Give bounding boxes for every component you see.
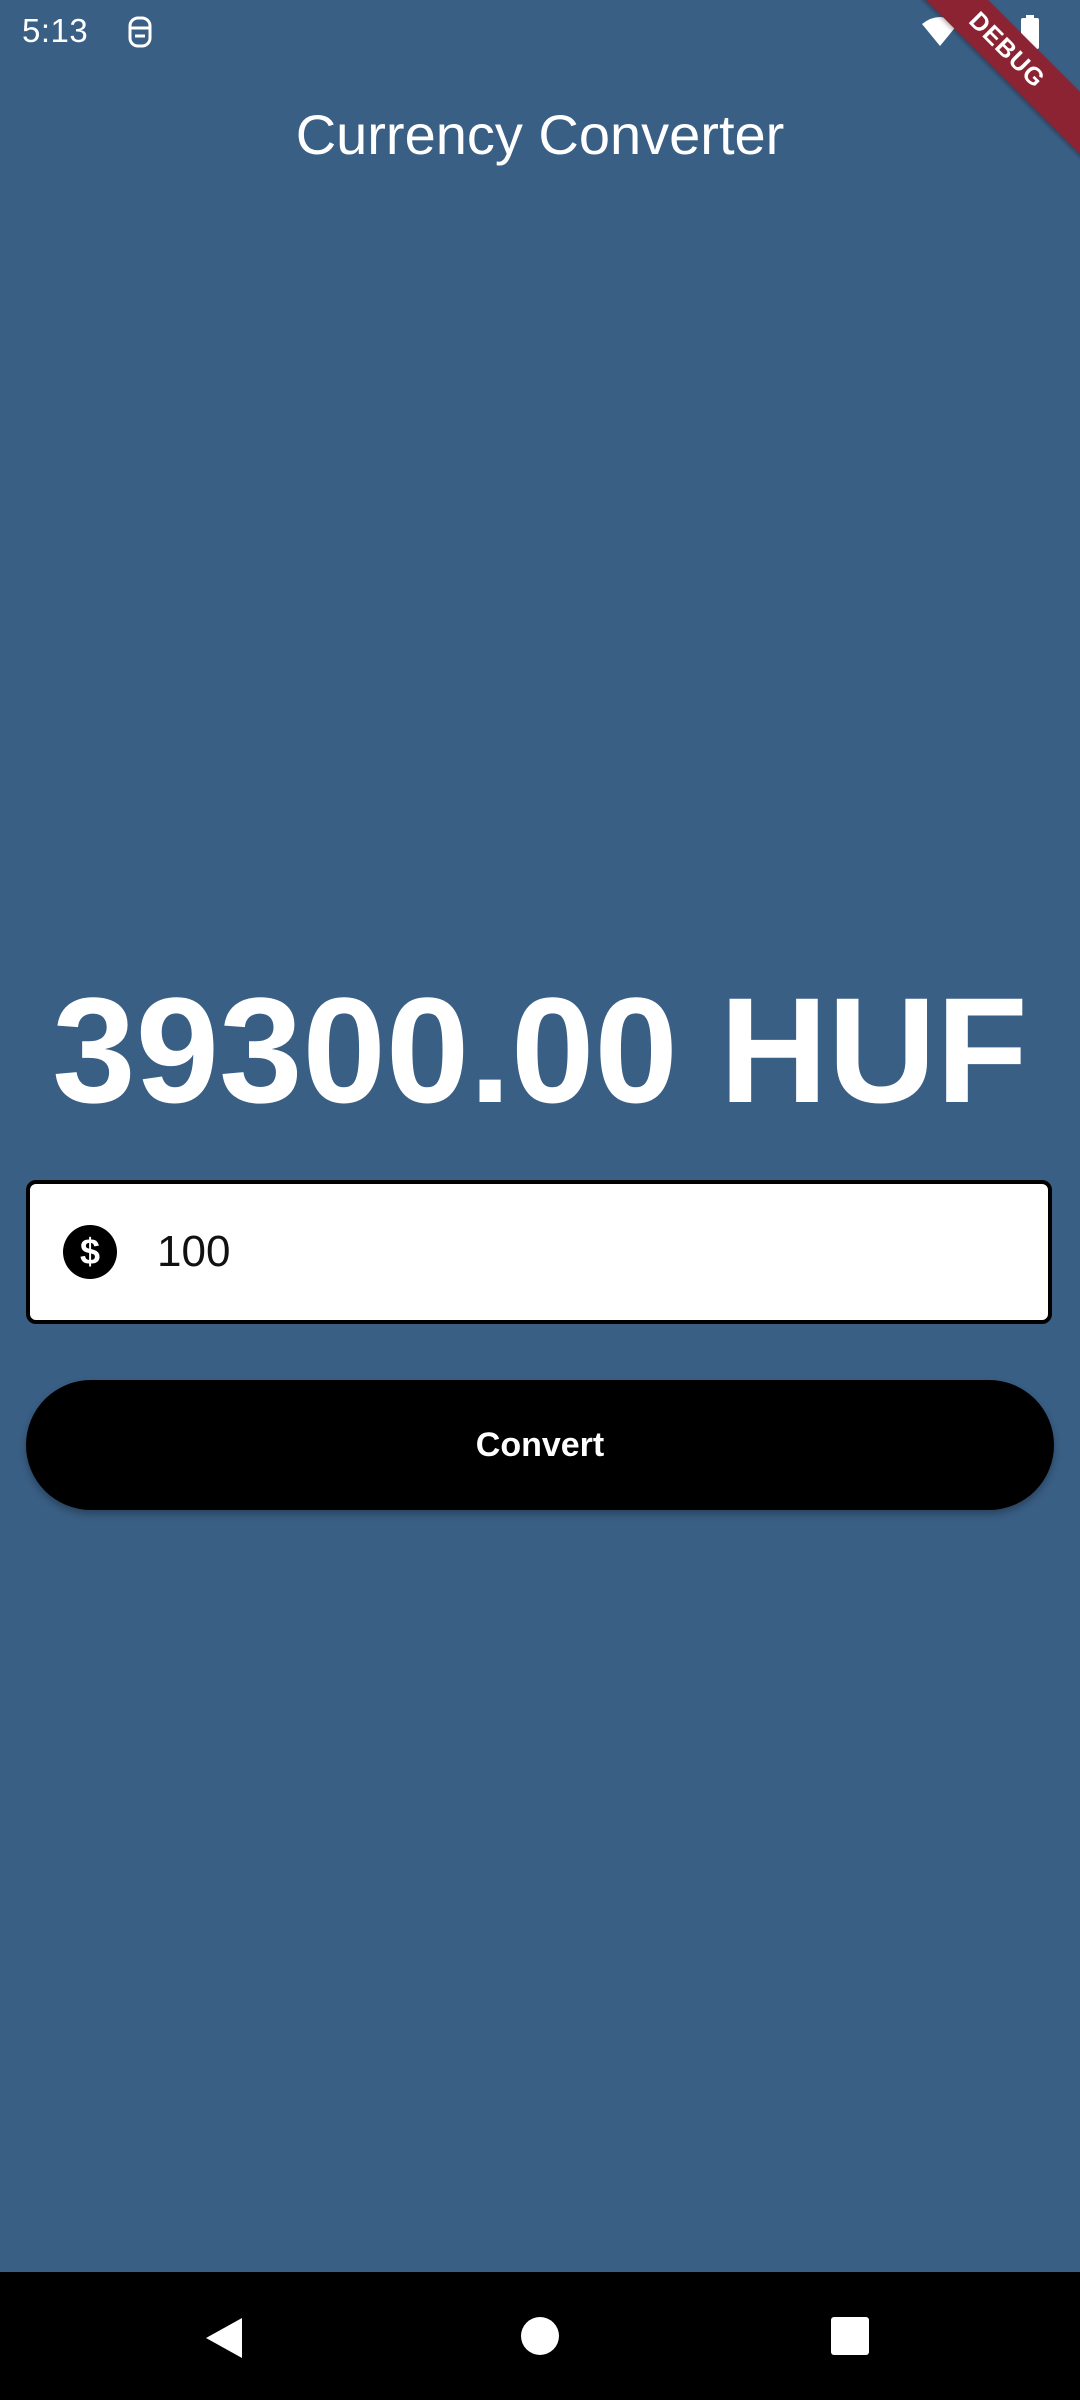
- svg-text:$: $: [80, 1231, 100, 1272]
- app-notification-icon: [128, 16, 152, 48]
- convert-button[interactable]: Convert: [26, 1380, 1054, 1510]
- status-bar: 5:13: [0, 0, 1080, 64]
- app-title: Currency Converter: [295, 102, 785, 166]
- navigation-bar: [0, 2272, 1080, 2400]
- dollar-icon: $: [63, 1225, 117, 1279]
- amount-field[interactable]: $: [26, 1180, 1052, 1324]
- amount-input[interactable]: [155, 1226, 1009, 1278]
- app-bar: Currency Converter: [0, 64, 1080, 204]
- conversion-result: 39300.00 HUF: [52, 966, 1028, 1134]
- recents-icon[interactable]: [830, 2316, 870, 2356]
- back-icon[interactable]: [202, 2316, 246, 2360]
- status-time: 5:13: [22, 12, 89, 49]
- home-icon[interactable]: [520, 2316, 560, 2356]
